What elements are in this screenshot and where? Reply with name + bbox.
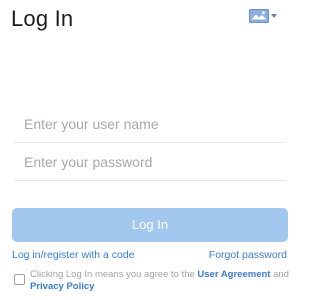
agreement-prefix: Clicking Log In means you agree to the (30, 269, 198, 280)
page-title: Log In (11, 6, 74, 31)
username-input[interactable] (14, 105, 286, 143)
password-input[interactable] (14, 143, 286, 181)
user-agreement-link[interactable]: User Agreement (197, 269, 270, 280)
chevron-down-icon (271, 14, 277, 18)
language-selector[interactable] (249, 8, 279, 24)
login-button[interactable]: Log In (12, 208, 288, 242)
flag-icon (249, 9, 269, 23)
code-login-link[interactable]: Log in/register with a code (12, 249, 135, 261)
agreement-text: Clicking Log In means you agree to the U… (30, 269, 292, 293)
forgot-password-link[interactable]: Forgot password (209, 249, 287, 261)
privacy-policy-link[interactable]: Privacy Policy (30, 281, 94, 292)
agreement-checkbox[interactable] (14, 274, 25, 285)
agreement-conjunction: and (270, 269, 289, 280)
